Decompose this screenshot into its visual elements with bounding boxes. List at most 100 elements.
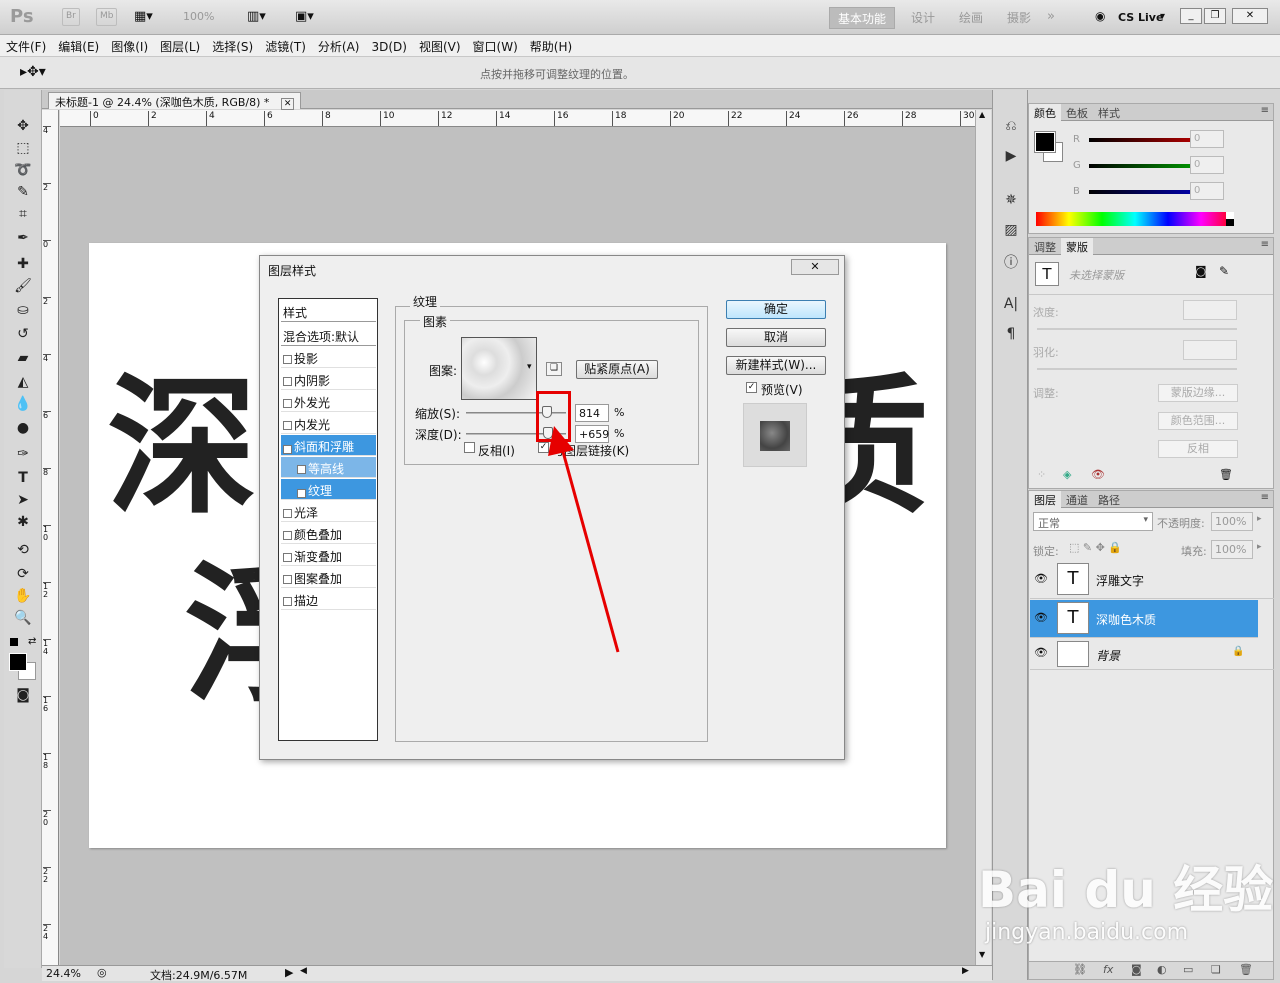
blue-value-field[interactable]: 0 (1190, 182, 1224, 200)
color-foreground-swatch[interactable] (1034, 131, 1056, 153)
lock-icons[interactable]: ⬚ ✎ ✥ 🔒 (1069, 541, 1122, 554)
workspace-design[interactable]: 设计 (903, 7, 943, 29)
path-selection-tool-icon[interactable]: ➤ (12, 492, 34, 512)
density-slider[interactable] (1037, 328, 1237, 330)
scroll-right-icon[interactable]: ▶ (962, 966, 969, 976)
history-brush-tool-icon[interactable]: ↺ (12, 326, 34, 346)
workspace-essentials[interactable]: 基本功能 (829, 7, 896, 29)
menu-image[interactable]: 图像(I) (105, 35, 154, 55)
close-document-icon[interactable]: ✕ (280, 98, 295, 110)
color-spectrum-bar[interactable] (1036, 212, 1234, 226)
workspace-painting[interactable]: 绘画 (951, 7, 991, 29)
minibridge-button[interactable]: Mb (96, 8, 118, 26)
link-layers-icon[interactable]: ⛓ (1073, 963, 1087, 976)
style-item-checkbox[interactable] (283, 575, 292, 584)
zoom-level-dropdown[interactable]: 100% (183, 10, 214, 23)
add-vector-mask-icon[interactable]: ✎ (1219, 264, 1229, 278)
menu-view[interactable]: 视图(V) (413, 35, 467, 55)
quick-mask-icon[interactable]: ◙ (12, 687, 34, 707)
clone-stamp-tool-icon[interactable]: ⛀ (12, 302, 34, 322)
tab-styles[interactable]: 样式 (1093, 104, 1125, 122)
cslive-button[interactable]: CS Live (1118, 11, 1163, 24)
tab-layers[interactable]: 图层 (1029, 491, 1061, 509)
status-icon[interactable]: ◎ (97, 966, 107, 979)
style-item[interactable]: 光泽 (281, 501, 376, 522)
pen-tool-icon[interactable]: ✑ (12, 446, 34, 466)
panel-menu-icon[interactable]: ≡ (1261, 239, 1269, 250)
delete-mask-icon[interactable]: 🗑 (1219, 468, 1233, 481)
style-item-checkbox[interactable] (283, 553, 292, 562)
blur-tool-icon[interactable]: 💧 (12, 396, 34, 416)
invert-mask-button[interactable]: 反相 (1158, 440, 1238, 458)
new-preset-icon[interactable]: ❏ (546, 362, 562, 376)
apply-mask-icon[interactable]: ◈ (1063, 468, 1071, 481)
ok-button[interactable]: 确定 (726, 300, 826, 319)
tab-paths[interactable]: 路径 (1093, 491, 1125, 509)
menu-select[interactable]: 选择(S) (206, 35, 259, 55)
eye-icon[interactable]: 👁 (1034, 572, 1048, 585)
status-zoom[interactable]: 24.4% (46, 967, 81, 980)
restore-icon[interactable]: ❐ (1204, 8, 1226, 24)
info-icon[interactable]: ⓘ (1001, 252, 1021, 272)
paragraph-panel-icon[interactable]: ¶ (1001, 326, 1021, 346)
3d-orbit-tool-icon[interactable]: ⟳ (12, 566, 34, 586)
lasso-tool-icon[interactable]: ➰ (12, 162, 34, 182)
style-item[interactable]: 等高线 (281, 457, 376, 478)
crop-tool-icon[interactable]: ⌗ (12, 206, 34, 226)
preview-checkbox[interactable]: ✓ (746, 382, 757, 393)
fx-icon[interactable]: fx (1103, 963, 1113, 976)
eye-icon[interactable]: 👁 (1034, 646, 1048, 659)
foreground-color-swatch[interactable] (9, 653, 27, 671)
style-item[interactable]: 颜色叠加 (281, 523, 376, 544)
scroll-up-icon[interactable]: ▲ (979, 110, 985, 119)
dialog-close-icon[interactable]: ✕ (791, 259, 839, 275)
add-mask-icon[interactable]: ◙ (1131, 963, 1142, 976)
3d-rotate-tool-icon[interactable]: ⟲ (12, 542, 34, 562)
brush-tool-icon[interactable]: 🖌 (12, 278, 34, 298)
vertical-scrollbar[interactable]: ▲ ▼ (975, 110, 991, 965)
view-extras-icon[interactable]: ▦▾ (134, 9, 153, 24)
load-selection-icon[interactable]: ⁘ (1037, 468, 1046, 481)
invert-checkbox[interactable] (464, 442, 475, 453)
tab-masks[interactable]: 蒙版 (1061, 238, 1093, 256)
menu-filter[interactable]: 滤镜(T) (259, 35, 312, 55)
menu-analysis[interactable]: 分析(A) (312, 35, 366, 55)
type-tool-icon[interactable]: T (12, 470, 34, 490)
menu-help[interactable]: 帮助(H) (524, 35, 578, 55)
blend-options-item[interactable]: 混合选项:默认 (281, 325, 376, 346)
menu-3d[interactable]: 3D(D) (365, 37, 412, 54)
panel-menu-icon[interactable]: ≡ (1261, 492, 1269, 503)
healing-brush-tool-icon[interactable]: ✚ (12, 256, 34, 276)
character-panel-icon[interactable]: A| (1001, 296, 1021, 316)
new-layer-icon[interactable]: ❏ (1211, 963, 1221, 976)
style-item-checkbox[interactable] (283, 421, 292, 430)
adjustment-layer-icon[interactable]: ◐ (1157, 963, 1167, 976)
red-value-field[interactable]: 0 (1190, 130, 1224, 148)
actions-panel-icon[interactable]: ▶ (1001, 148, 1021, 168)
new-style-button[interactable]: 新建样式(W)... (726, 356, 826, 375)
feather-field[interactable] (1183, 340, 1237, 360)
green-value-field[interactable]: 0 (1190, 156, 1224, 174)
default-colors-icon[interactable] (10, 638, 18, 646)
hand-tool-icon[interactable]: ✋ (12, 588, 34, 608)
style-item[interactable]: 内发光 (281, 413, 376, 434)
new-group-icon[interactable]: ▭ (1183, 963, 1193, 976)
tab-adjustments[interactable]: 调整 (1029, 238, 1061, 256)
document-tab[interactable]: 未标题-1 @ 24.4% (深咖色木质, RGB/8) * ✕ (48, 92, 302, 110)
paint-bucket-tool-icon[interactable]: ◭ (12, 374, 34, 394)
info-panel-icon[interactable]: ▨ (1001, 222, 1021, 242)
style-item-checkbox[interactable]: ✓ (297, 489, 306, 498)
layer-row-selected[interactable]: 👁 T 深咖色木质 (1030, 600, 1258, 638)
opacity-slider-icon[interactable]: ▸ (1257, 514, 1262, 524)
style-item[interactable]: 图案叠加 (281, 567, 376, 588)
style-item-checkbox[interactable] (283, 355, 292, 364)
eye-icon[interactable]: 👁 (1034, 611, 1048, 624)
marquee-tool-icon[interactable]: ⬚ (12, 140, 34, 160)
eyedropper-tool-icon[interactable]: ✒ (12, 230, 34, 250)
style-item-checkbox[interactable] (283, 531, 292, 540)
black-white-ramp[interactable] (1226, 212, 1234, 226)
swap-colors-icon[interactable]: ⇄ (28, 636, 36, 647)
move-tool-preset-icon[interactable]: ▸✥▾ (20, 64, 46, 80)
color-range-button[interactable]: 颜色范围... (1158, 412, 1238, 430)
add-pixel-mask-icon[interactable]: ◙ (1195, 264, 1207, 278)
